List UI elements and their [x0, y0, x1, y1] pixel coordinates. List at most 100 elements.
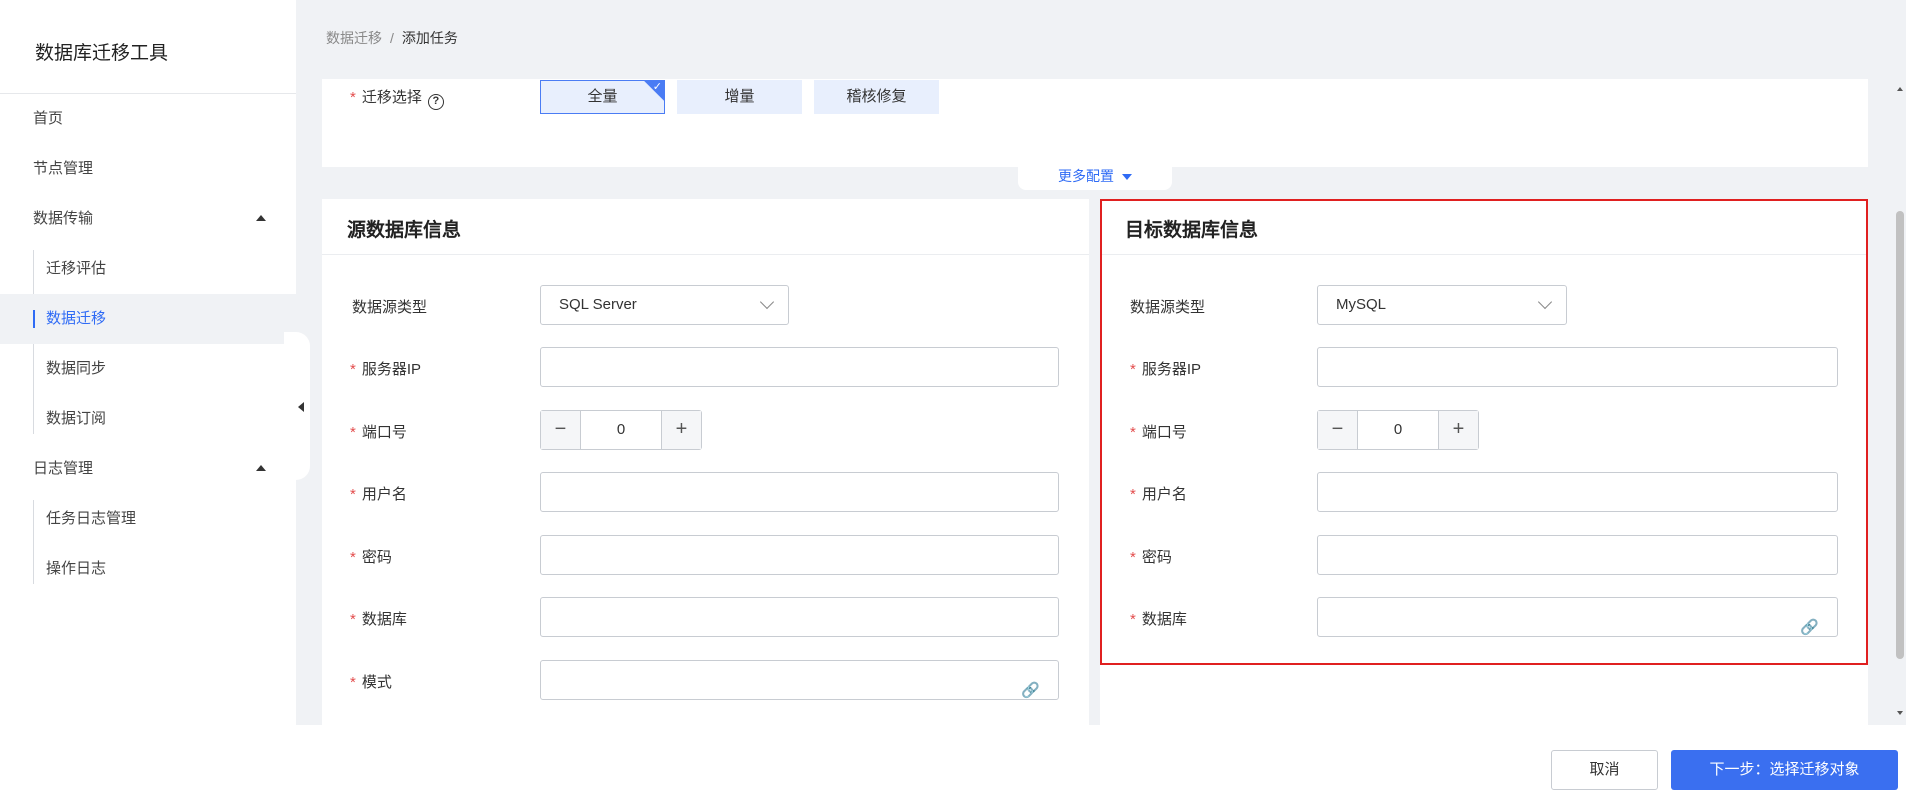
source-db-title: 源数据库信息 [347, 220, 462, 241]
target-ip-input[interactable] [1317, 347, 1838, 387]
source-ip-input[interactable] [540, 347, 1059, 387]
target-type-select[interactable]: MySQL [1317, 285, 1567, 325]
migration-option-audit-repair[interactable]: 稽核修复 [814, 80, 939, 114]
target-database-label-text: 数据库 [1141, 611, 1187, 628]
source-password-label: * 密码 [350, 546, 392, 567]
required-mark: * [350, 89, 356, 106]
link-icon[interactable]: 🔗 [1021, 672, 1040, 710]
source-schema-label-text: 模式 [361, 674, 392, 691]
source-schema-input[interactable]: 🔗 [540, 660, 1059, 700]
sidebar-item-node-management[interactable]: 节点管理 [0, 144, 296, 194]
required-mark: * [1130, 611, 1136, 628]
source-type-label: 数据源类型 [352, 299, 428, 316]
source-port-stepper: − 0 + [540, 410, 702, 450]
more-config-toggle[interactable]: 更多配置 [1018, 164, 1172, 190]
target-port-value[interactable]: 0 [1358, 411, 1438, 449]
migration-option-label: 稽核修复 [846, 88, 907, 105]
chevron-down-icon [759, 294, 775, 310]
source-username-input[interactable] [540, 472, 1059, 512]
migration-option-full[interactable]: 全量 ✓ [540, 80, 665, 114]
sidebar-item-label: 数据同步 [46, 360, 107, 377]
target-ip-label-text: 服务器IP [1141, 361, 1202, 378]
sidebar-item-label: 数据迁移 [46, 310, 107, 327]
plus-button[interactable]: + [661, 411, 701, 449]
sidebar-item-label: 节点管理 [33, 160, 94, 177]
target-port-stepper: − 0 + [1317, 410, 1479, 450]
minus-button[interactable]: − [1318, 411, 1358, 449]
panel-divider [322, 254, 1089, 255]
required-mark: * [350, 549, 356, 566]
target-port-label: * 端口号 [1130, 421, 1187, 442]
source-ip-label: * 服务器IP [350, 358, 421, 379]
sidebar-item-migration-assessment[interactable]: 迁移评估 [0, 244, 296, 294]
breadcrumb: 数据迁移 / 添加任务 [326, 28, 458, 48]
required-mark: * [1130, 486, 1136, 503]
sidebar-item-label: 数据订阅 [46, 410, 107, 427]
more-config-label: 更多配置 [1058, 168, 1114, 184]
migration-option-incremental[interactable]: 增量 [677, 80, 802, 114]
source-port-label: * 端口号 [350, 421, 407, 442]
source-schema-label: * 模式 [350, 671, 392, 692]
target-db-title: 目标数据库信息 [1125, 220, 1259, 241]
target-password-label-text: 密码 [1141, 549, 1172, 566]
source-ip-label-text: 服务器IP [361, 361, 422, 378]
sidebar-item-label: 数据传输 [33, 210, 94, 227]
target-ip-label: * 服务器IP [1130, 358, 1201, 379]
source-port-value[interactable]: 0 [581, 411, 661, 449]
caret-up-icon [256, 215, 266, 221]
check-icon: ✓ [652, 81, 662, 93]
source-port-label-text: 端口号 [361, 424, 407, 441]
required-mark: * [350, 611, 356, 628]
scroll-down-icon[interactable] [1897, 711, 1903, 715]
plus-button[interactable]: + [1438, 411, 1478, 449]
chevron-left-icon [298, 402, 304, 412]
breadcrumb-parent[interactable]: 数据迁移 [326, 30, 382, 46]
sidebar-item-data-subscription[interactable]: 数据订阅 [0, 394, 296, 444]
sidebar-item-label: 迁移评估 [46, 260, 107, 277]
caret-down-icon [1122, 174, 1132, 180]
sidebar-item-operation-log[interactable]: 操作日志 [0, 544, 296, 594]
sidebar-item-data-transfer[interactable]: 数据传输 [0, 194, 296, 244]
link-icon[interactable]: 🔗 [1800, 609, 1819, 647]
cancel-button[interactable]: 取消 [1551, 750, 1658, 790]
breadcrumb-separator: / [390, 30, 394, 46]
sidebar-collapse-handle[interactable] [284, 332, 310, 480]
breadcrumb-current: 添加任务 [401, 30, 458, 46]
migration-option-label: 全量 [587, 88, 618, 105]
required-mark: * [1130, 361, 1136, 378]
sidebar-item-label: 任务日志管理 [46, 510, 137, 527]
sidebar-item-task-log-management[interactable]: 任务日志管理 [0, 494, 296, 544]
target-password-label: * 密码 [1130, 546, 1172, 567]
source-password-label-text: 密码 [361, 549, 392, 566]
next-step-button[interactable]: 下一步：选择迁移对象 [1671, 750, 1898, 790]
sidebar-item-data-migration[interactable]: 数据迁移 [0, 294, 296, 344]
caret-up-icon [256, 465, 266, 471]
source-database-input[interactable] [540, 597, 1059, 637]
sidebar-item-log-management[interactable]: 日志管理 [0, 444, 296, 494]
scrollbar-thumb[interactable] [1896, 211, 1904, 659]
sidebar-item-label: 日志管理 [33, 460, 94, 477]
target-database-label: * 数据库 [1130, 608, 1187, 629]
target-password-input[interactable] [1317, 535, 1838, 575]
target-user-label: * 用户名 [1130, 483, 1187, 504]
target-user-label-text: 用户名 [1141, 486, 1187, 503]
target-username-input[interactable] [1317, 472, 1838, 512]
source-user-label: * 用户名 [350, 483, 407, 504]
target-database-input[interactable]: 🔗 [1317, 597, 1838, 637]
migration-option-label: 增量 [724, 88, 755, 105]
required-mark: * [350, 486, 356, 503]
sidebar-item-label: 首页 [33, 110, 64, 127]
scrollbar[interactable] [1894, 79, 1906, 725]
source-password-input[interactable] [540, 535, 1059, 575]
migration-selection-label: * 迁移选择? [350, 86, 444, 110]
source-type-select[interactable]: SQL Server [540, 285, 789, 325]
target-type-value: MySQL [1336, 296, 1387, 313]
required-mark: * [1130, 424, 1136, 441]
help-icon[interactable]: ? [427, 94, 444, 110]
sidebar-item-label: 操作日志 [46, 560, 107, 577]
scroll-up-icon[interactable] [1897, 87, 1903, 91]
minus-button[interactable]: − [541, 411, 581, 449]
sidebar-item-home[interactable]: 首页 [0, 94, 296, 144]
sidebar-item-data-sync[interactable]: 数据同步 [0, 344, 296, 394]
source-database-label-text: 数据库 [361, 611, 407, 628]
